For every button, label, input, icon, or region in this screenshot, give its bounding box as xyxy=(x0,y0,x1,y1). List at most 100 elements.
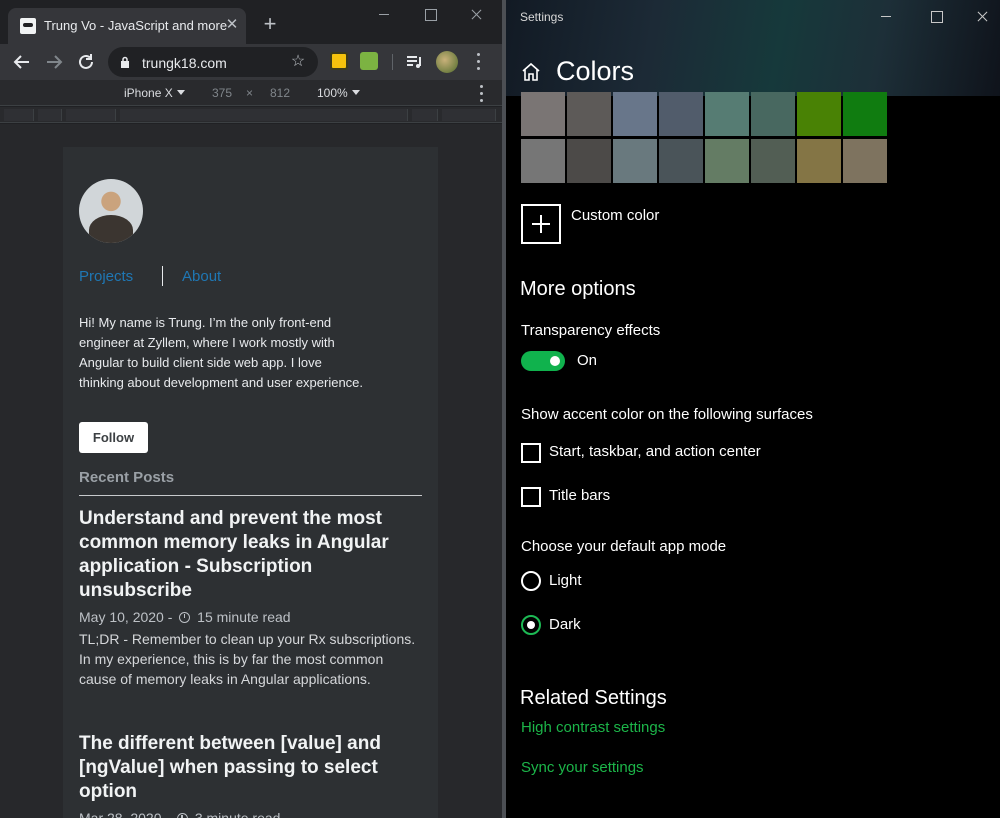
new-tab-button[interactable]: + xyxy=(258,12,282,36)
post-meta: Mar 28, 2020 - 3 minute read xyxy=(79,810,424,818)
ruler-segment[interactable] xyxy=(66,109,116,121)
clock-icon xyxy=(179,612,191,623)
device-options-icon[interactable] xyxy=(480,85,484,103)
ruler-segment[interactable] xyxy=(120,109,408,121)
close-window-button[interactable] xyxy=(972,8,994,26)
dark-mode-label[interactable]: Dark xyxy=(549,616,581,633)
start-taskbar-checkbox[interactable] xyxy=(521,443,541,463)
color-swatch[interactable] xyxy=(659,92,703,136)
desktop: Trung Vo - JavaScript and more ✕ + trung… xyxy=(0,0,1000,818)
lock-icon xyxy=(121,56,129,68)
color-swatch[interactable] xyxy=(613,139,657,183)
color-swatch[interactable] xyxy=(843,92,887,136)
app-mode-label: Choose your default app mode xyxy=(521,538,727,555)
color-swatch[interactable] xyxy=(843,139,887,183)
chrome-window: Trung Vo - JavaScript and more ✕ + trung… xyxy=(0,0,502,818)
title-bars-checkbox[interactable] xyxy=(521,487,541,507)
back-arrow-icon[interactable] xyxy=(10,50,34,74)
transparency-label: Transparency effects xyxy=(521,322,661,339)
color-swatch[interactable] xyxy=(797,92,841,136)
settings-header: Settings Colors xyxy=(506,0,1000,96)
color-swatch[interactable] xyxy=(705,139,749,183)
post-item: The different between [value] and [ngVal… xyxy=(79,732,424,818)
ruler-segment[interactable] xyxy=(4,109,34,121)
device-select[interactable]: iPhone X xyxy=(124,86,185,100)
color-swatch[interactable] xyxy=(659,139,703,183)
color-swatch[interactable] xyxy=(567,139,611,183)
chrome-titlebar: Trung Vo - JavaScript and more ✕ + xyxy=(0,0,502,44)
minimize-button[interactable] xyxy=(374,6,394,24)
ruler-segment[interactable] xyxy=(412,109,438,121)
transparency-toggle[interactable] xyxy=(521,351,565,371)
post-title[interactable]: The different between [value] and [ngVal… xyxy=(79,732,424,804)
custom-color-button[interactable] xyxy=(521,204,561,244)
color-swatch[interactable] xyxy=(751,139,795,183)
color-swatch[interactable] xyxy=(613,92,657,136)
transparency-state: On xyxy=(577,352,598,369)
reload-icon[interactable] xyxy=(74,50,98,74)
site-favicon-icon xyxy=(20,18,36,34)
device-height[interactable]: 812 xyxy=(270,86,290,100)
custom-color-label[interactable]: Custom color xyxy=(571,207,659,224)
zoom-select[interactable]: 100% xyxy=(317,86,360,100)
post-read-time: 3 minute read xyxy=(194,810,281,818)
post-meta: May 10, 2020 - 15 minute read xyxy=(79,609,424,625)
maximize-button[interactable] xyxy=(926,8,948,26)
media-queue-icon[interactable] xyxy=(402,50,426,74)
toolbar-separator xyxy=(392,54,393,70)
profile-photo xyxy=(79,179,143,243)
color-swatch[interactable] xyxy=(521,139,565,183)
color-swatch[interactable] xyxy=(797,139,841,183)
extension-icon[interactable] xyxy=(330,52,348,70)
music-extension-icon[interactable] xyxy=(360,52,378,70)
device-width[interactable]: 375 xyxy=(212,86,232,100)
color-swatch[interactable] xyxy=(705,92,749,136)
light-mode-label[interactable]: Light xyxy=(549,572,582,589)
browser-toolbar: trungk18.com ☆ xyxy=(0,44,502,80)
post-date: Mar 28, 2020 - xyxy=(79,810,171,818)
close-window-button[interactable] xyxy=(466,6,486,24)
nav-link-projects[interactable]: Projects xyxy=(79,268,133,285)
light-mode-radio[interactable] xyxy=(521,571,541,591)
tab-title: Trung Vo - JavaScript and more xyxy=(44,18,228,33)
ruler-segment[interactable] xyxy=(442,109,496,121)
page-title: Colors xyxy=(556,56,635,86)
color-swatch[interactable] xyxy=(567,92,611,136)
color-swatch[interactable] xyxy=(521,92,565,136)
post-title[interactable]: Understand and prevent the most common m… xyxy=(79,507,424,603)
nav-link-about[interactable]: About xyxy=(182,268,221,285)
browser-tab[interactable]: Trung Vo - JavaScript and more ✕ xyxy=(8,8,246,44)
post-date: May 10, 2020 - xyxy=(79,609,173,625)
post-excerpt: TL;DR - Remember to clean up your Rx sub… xyxy=(79,631,416,687)
home-icon[interactable] xyxy=(520,61,542,83)
ruler-segment[interactable] xyxy=(38,109,62,121)
forward-arrow-icon[interactable] xyxy=(42,50,66,74)
dimension-separator: × xyxy=(246,86,254,100)
url-text: trungk18.com xyxy=(142,55,227,71)
maximize-button[interactable] xyxy=(420,6,440,24)
bookmark-star-icon[interactable]: ☆ xyxy=(288,52,308,72)
settings-window: Settings Colors Custom color More option… xyxy=(506,0,1000,818)
chrome-menu-icon[interactable] xyxy=(477,53,481,71)
recent-posts-heading: Recent Posts xyxy=(79,469,175,486)
color-swatch[interactable] xyxy=(751,92,795,136)
minimize-button[interactable] xyxy=(876,8,898,26)
sync-settings-link[interactable]: Sync your settings xyxy=(521,759,644,776)
devtools-device-toolbar: iPhone X 375 × 812 100% xyxy=(0,80,502,106)
dropdown-caret-icon xyxy=(176,90,185,95)
address-bar[interactable]: trungk18.com ☆ xyxy=(108,47,318,77)
blog-page: Projects About Hi! My name is Trung. I’m… xyxy=(63,147,438,818)
more-options-heading: More options xyxy=(520,278,636,300)
dark-mode-radio[interactable] xyxy=(521,615,541,635)
dropdown-caret-icon xyxy=(351,90,360,95)
window-title: Settings xyxy=(520,10,564,24)
nav-divider xyxy=(162,266,163,286)
accent-surfaces-label: Show accent color on the following surfa… xyxy=(521,406,813,423)
start-taskbar-label[interactable]: Start, taskbar, and action center xyxy=(549,443,761,460)
title-bars-label[interactable]: Title bars xyxy=(549,487,610,504)
tab-close-icon[interactable]: ✕ xyxy=(222,15,242,35)
follow-button[interactable]: Follow xyxy=(79,422,148,453)
high-contrast-link[interactable]: High contrast settings xyxy=(521,719,665,736)
media-query-ruler xyxy=(0,107,502,123)
profile-avatar[interactable] xyxy=(436,51,458,73)
